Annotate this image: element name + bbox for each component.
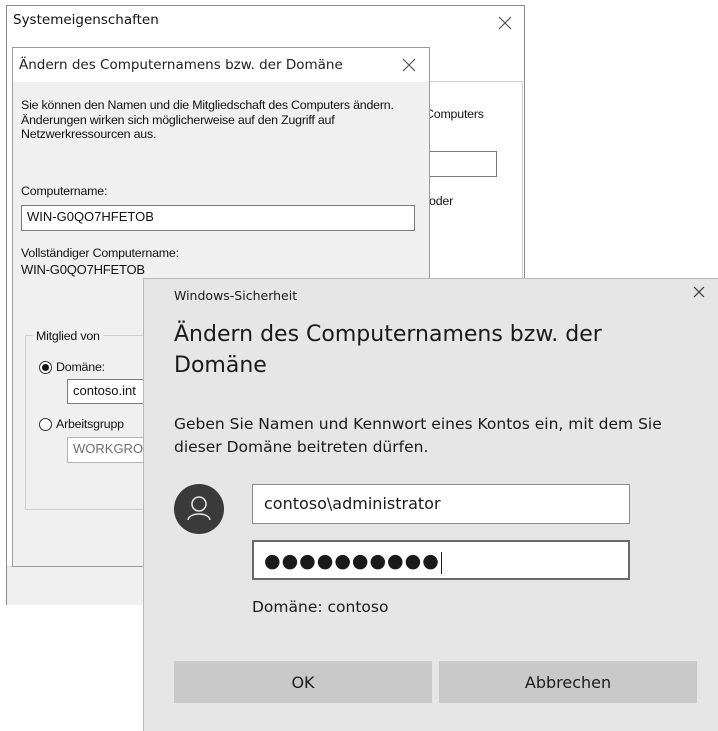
username-input[interactable]: contoso\administrator	[252, 484, 630, 524]
domain-radio-label: Domäne:	[56, 360, 105, 374]
rename-dialog-close-icon[interactable]	[401, 57, 417, 77]
workgroup-radio-label: Arbeitsgrupp	[56, 417, 124, 431]
domain-radio[interactable]	[39, 361, 52, 374]
user-icon	[174, 484, 224, 534]
password-masked-value: ●●●●●●●●●●	[264, 550, 440, 572]
workgroup-radio[interactable]	[39, 418, 52, 431]
behind-text-computers: Computers	[425, 107, 484, 121]
computer-name-input[interactable]: WIN-G0QO7HFETOB	[21, 205, 415, 231]
full-computer-name-value: WIN-G0QO7HFETOB	[21, 262, 145, 277]
windows-security-dialog: Windows-Sicherheit Ändern des Computerna…	[143, 278, 718, 731]
system-properties-close-icon[interactable]	[497, 15, 513, 35]
windows-security-app-title: Windows-Sicherheit	[174, 288, 298, 303]
ok-button[interactable]: OK	[174, 661, 432, 703]
security-description: Geben Sie Namen und Kennwort eines Konto…	[174, 415, 662, 456]
behind-field	[427, 151, 497, 177]
computer-name-label: Computername:	[21, 184, 108, 198]
text-caret	[440, 551, 442, 574]
security-close-icon[interactable]	[692, 285, 706, 303]
password-input[interactable]: ●●●●●●●●●●	[252, 540, 630, 580]
cancel-button[interactable]: Abbrechen	[439, 661, 697, 703]
security-heading: Ändern des Computernamens bzw. der Domän…	[174, 322, 602, 378]
member-of-label: Mitglied von	[33, 329, 103, 343]
rename-dialog-title: Ändern des Computernamens bzw. der Domän…	[19, 57, 343, 73]
system-properties-title: Systemeigenschaften	[13, 12, 159, 28]
full-computer-name-label: Vollständiger Computername:	[21, 246, 179, 260]
rename-dialog-intro: Sie können den Namen und die Mitgliedsch…	[21, 98, 394, 141]
radio-selected-dot	[42, 364, 49, 371]
security-domain-text: Domäne: contoso	[252, 598, 389, 616]
behind-text-oder: oder	[429, 194, 453, 208]
